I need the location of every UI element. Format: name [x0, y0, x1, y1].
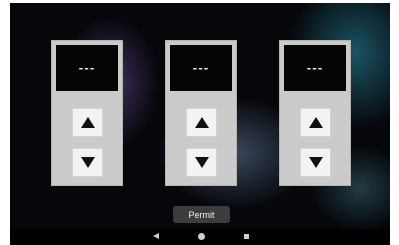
arrow-up-icon	[308, 117, 323, 128]
arrow-up-icon	[194, 117, 209, 128]
arrow-down-icon	[194, 157, 209, 168]
control-panel-1: ---	[51, 40, 123, 186]
decrease-button-1[interactable]	[72, 148, 103, 177]
control-panel-3: ---	[279, 40, 351, 186]
value-display-3: ---	[284, 45, 346, 91]
system-navigation-bar	[10, 229, 390, 245]
increase-button-2[interactable]	[186, 108, 217, 137]
recent-apps-icon[interactable]	[244, 234, 249, 239]
control-panel-2: ---	[165, 40, 237, 186]
increase-button-3[interactable]	[300, 108, 331, 137]
value-display-2: ---	[170, 45, 232, 91]
increase-button-1[interactable]	[72, 108, 103, 137]
decrease-button-3[interactable]	[300, 148, 331, 177]
arrow-up-icon	[80, 117, 95, 128]
decrease-button-2[interactable]	[186, 148, 217, 177]
home-icon[interactable]	[198, 233, 205, 240]
arrow-down-icon	[308, 157, 323, 168]
arrow-down-icon	[80, 157, 95, 168]
permit-button[interactable]: Permit	[173, 206, 230, 223]
back-icon[interactable]	[153, 233, 159, 239]
value-display-1: ---	[56, 45, 118, 91]
